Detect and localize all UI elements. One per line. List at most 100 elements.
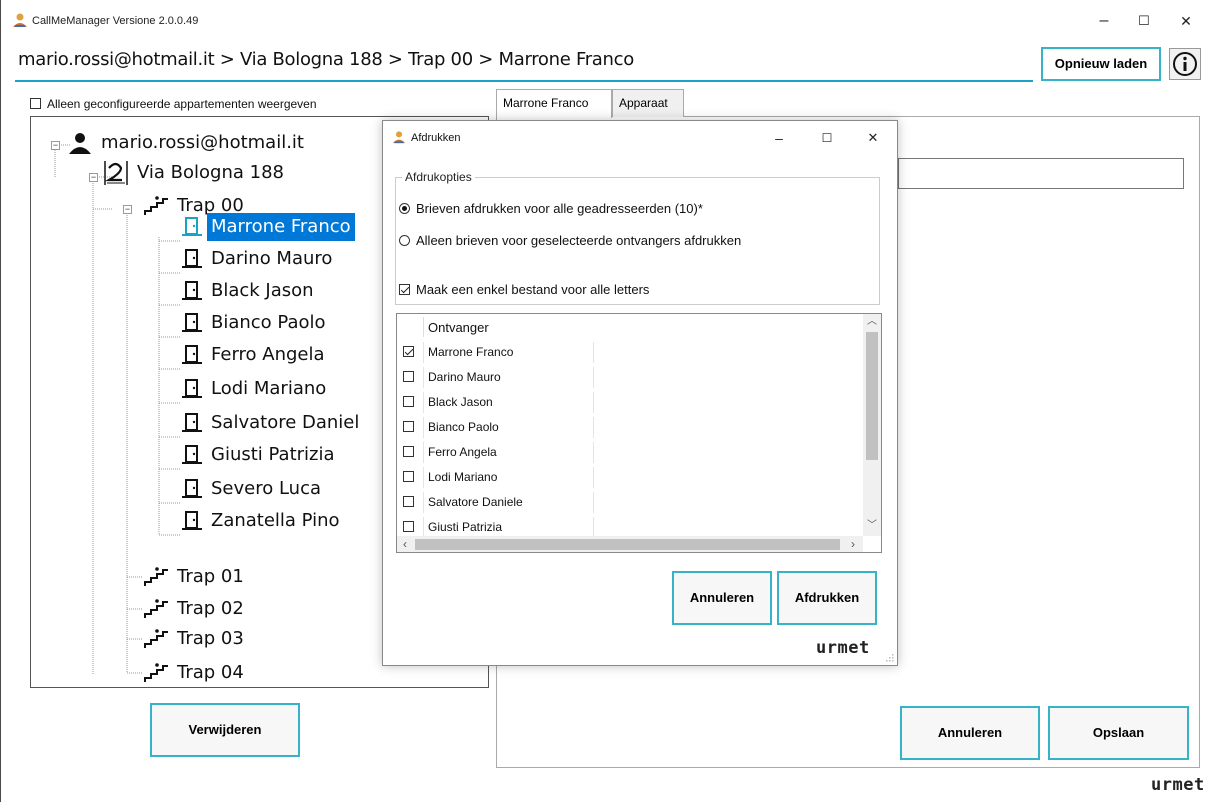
tree-node-stairs[interactable]: Trap 01 (143, 563, 248, 591)
dialog-minimize-button[interactable]: – (767, 127, 791, 149)
expander-account[interactable]: − (51, 141, 60, 150)
option-selected-recipients[interactable]: Alleen brieven voor geselecteerde ontvan… (399, 233, 741, 248)
filter-configured-checkbox[interactable] (30, 98, 41, 109)
recipient-checkbox[interactable] (403, 496, 414, 507)
scroll-right-icon[interactable]: › (845, 536, 861, 552)
save-button[interactable]: Opslaan (1048, 706, 1189, 760)
column-separator (593, 367, 594, 388)
reload-button[interactable]: Opnieuw laden (1041, 47, 1161, 81)
column-separator (423, 467, 424, 488)
option-selected-radio[interactable] (399, 235, 410, 246)
recipient-checkbox[interactable] (403, 421, 414, 432)
tree-node-label: Darino Mauro (211, 248, 333, 269)
recipient-list-hscroll[interactable]: ‹ › (397, 536, 863, 552)
recipient-row[interactable]: Salvatore Daniele (397, 490, 863, 515)
recipient-row[interactable]: Marrone Franco (397, 340, 863, 365)
recipient-column-header[interactable]: Ontvanger (428, 320, 489, 335)
detail-text-field[interactable] (898, 158, 1184, 189)
recipient-checkbox[interactable] (403, 396, 414, 407)
recipient-checkbox[interactable] (403, 371, 414, 382)
info-button[interactable] (1169, 48, 1201, 80)
tree-node-apartment[interactable]: Zanatella Pino (181, 507, 344, 535)
recipient-checkbox[interactable] (403, 446, 414, 457)
app-user-icon (13, 13, 27, 27)
tree-node-stairs[interactable]: Trap 03 (143, 625, 248, 653)
column-separator (423, 417, 424, 438)
recipient-name: Giusti Patrizia (428, 520, 503, 534)
tree-node-apartment[interactable]: Ferro Angela (181, 341, 329, 369)
tree-node-apartment[interactable]: Marrone Franco (181, 213, 355, 241)
stairs-icon (144, 599, 168, 618)
recipient-row[interactable]: Ferro Angela (397, 440, 863, 465)
tree-node-apartment[interactable]: Giusti Patrizia (181, 441, 339, 469)
dialog-maximize-button[interactable]: ☐ (815, 127, 839, 149)
vscroll-thumb[interactable] (866, 332, 878, 460)
resize-grip-icon[interactable] (884, 652, 894, 662)
person-icon (69, 133, 91, 154)
tree-node-apartment[interactable]: Darino Mauro (181, 245, 336, 273)
recipient-row[interactable]: Bianco Paolo (397, 415, 863, 440)
tree-node-apartment[interactable]: Lodi Mariano (181, 375, 330, 403)
minimize-button[interactable]: – (1089, 8, 1119, 34)
recipient-list-vscroll[interactable]: ︿ ﹀ (863, 314, 881, 536)
scroll-up-icon[interactable]: ︿ (863, 314, 881, 330)
single-file-checkbox[interactable] (399, 284, 410, 295)
tree-node-apartment[interactable]: Severo Luca (181, 475, 325, 503)
window-title: CallMeManager Versione 2.0.0.49 (32, 15, 199, 27)
recipient-row[interactable]: Black Jason (397, 390, 863, 415)
tree-node-label: Trap 02 (177, 598, 244, 619)
column-separator (593, 417, 594, 438)
expander-stairs[interactable]: − (123, 205, 132, 214)
column-separator (423, 367, 424, 388)
tree-node-apartment[interactable]: Black Jason (181, 277, 318, 305)
dialog-cancel-button[interactable]: Annuleren (672, 571, 772, 625)
stairs-icon (144, 663, 168, 682)
recipient-checkbox[interactable] (403, 346, 414, 357)
scroll-down-icon[interactable]: ﹀ (863, 518, 881, 534)
tree-node-account[interactable]: mario.rossi@hotmail.it (67, 129, 308, 157)
filter-configured-row[interactable]: Alleen geconfigureerde appartementen wee… (30, 97, 317, 111)
column-separator (423, 492, 424, 513)
expander-building[interactable]: − (89, 173, 98, 182)
door-icon (182, 413, 202, 432)
stairs-icon (144, 567, 168, 586)
tab-device[interactable]: Apparaat (612, 89, 684, 117)
tree-node-apartment[interactable]: Salvatore Daniel (181, 409, 363, 437)
recipient-row[interactable]: Lodi Mariano (397, 465, 863, 490)
tree-node-label: Trap 03 (177, 628, 244, 649)
dialog-close-button[interactable]: ✕ (861, 127, 885, 149)
recipient-name: Ferro Angela (428, 445, 497, 459)
column-separator (423, 392, 424, 413)
close-button[interactable]: ✕ (1171, 8, 1201, 34)
single-file-row[interactable]: Maak een enkel bestand voor alle letters (399, 282, 649, 297)
2voice-logo-icon (104, 161, 128, 185)
door-icon (182, 217, 202, 236)
delete-button[interactable]: Verwijderen (150, 703, 300, 757)
recipient-name: Black Jason (428, 395, 493, 409)
app-user-icon (392, 131, 406, 144)
tree-node-building[interactable]: Via Bologna 188 (103, 159, 288, 187)
column-separator (423, 442, 424, 463)
column-separator (593, 492, 594, 513)
recipient-row[interactable]: Darino Mauro (397, 365, 863, 390)
option-all-radio[interactable] (399, 203, 410, 214)
door-icon (182, 281, 202, 300)
scroll-left-icon[interactable]: ‹ (397, 536, 413, 552)
recipient-list[interactable]: Ontvanger Marrone Franco Darino Mauro Blac… (396, 313, 882, 553)
option-all-recipients[interactable]: Brieven afdrukken voor alle geadresseerd… (399, 201, 703, 216)
cancel-button[interactable]: Annuleren (900, 706, 1040, 760)
single-file-label: Maak een enkel bestand voor alle letters (416, 282, 650, 297)
tree-node-stairs[interactable]: Trap 02 (143, 595, 248, 623)
tree-node-stairs[interactable]: Trap 04 (143, 659, 248, 687)
dialog-print-button[interactable]: Afdrukken (777, 571, 877, 625)
tree-node-apartment[interactable]: Bianco Paolo (181, 309, 330, 337)
tab-apartment[interactable]: Marrone Franco (496, 89, 612, 118)
stairs-icon (144, 196, 168, 215)
recipient-checkbox[interactable] (403, 521, 414, 532)
recipient-name: Darino Mauro (428, 370, 501, 384)
tree-node-label: Marrone Franco (207, 213, 355, 241)
recipient-checkbox[interactable] (403, 471, 414, 482)
maximize-button[interactable]: ☐ (1129, 8, 1159, 34)
hscroll-thumb[interactable] (415, 539, 840, 550)
tree-node-label: Trap 01 (177, 566, 244, 587)
